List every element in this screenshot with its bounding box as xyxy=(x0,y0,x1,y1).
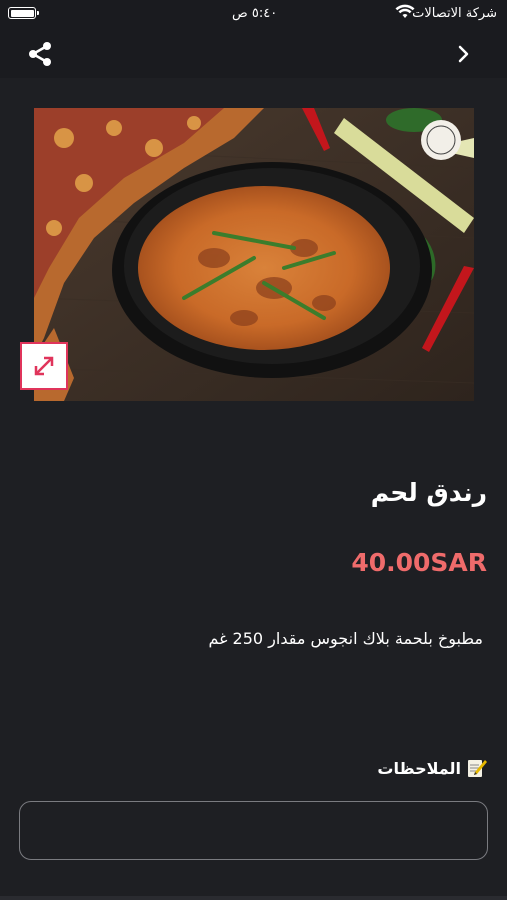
product-name: رندق لحم xyxy=(370,478,487,507)
battery-icon xyxy=(8,7,39,19)
expand-icon xyxy=(34,356,54,376)
expand-image-button[interactable] xyxy=(20,342,68,390)
product-description: مطبوخ بلحمة بلاك انجوس مقدار 250 غم xyxy=(208,629,483,648)
notes-label-text: الملاحظات xyxy=(377,758,461,778)
notes-label: الملاحظات xyxy=(377,757,487,779)
carrier-name: شركة الاتصالات xyxy=(412,6,497,21)
notes-input[interactable] xyxy=(19,801,488,860)
chevron-right-icon[interactable] xyxy=(457,44,471,64)
product-image xyxy=(34,108,474,401)
memo-icon xyxy=(468,760,487,777)
status-time: ٥:٤٠ ص xyxy=(232,6,278,21)
bottom-divider xyxy=(0,896,507,900)
status-bar: ٥:٤٠ ص شركة الاتصالات xyxy=(0,0,507,30)
product-price: 40.00SAR xyxy=(351,548,487,577)
nav-bar xyxy=(0,30,507,78)
food-photo xyxy=(34,108,474,401)
share-icon[interactable] xyxy=(26,40,54,68)
